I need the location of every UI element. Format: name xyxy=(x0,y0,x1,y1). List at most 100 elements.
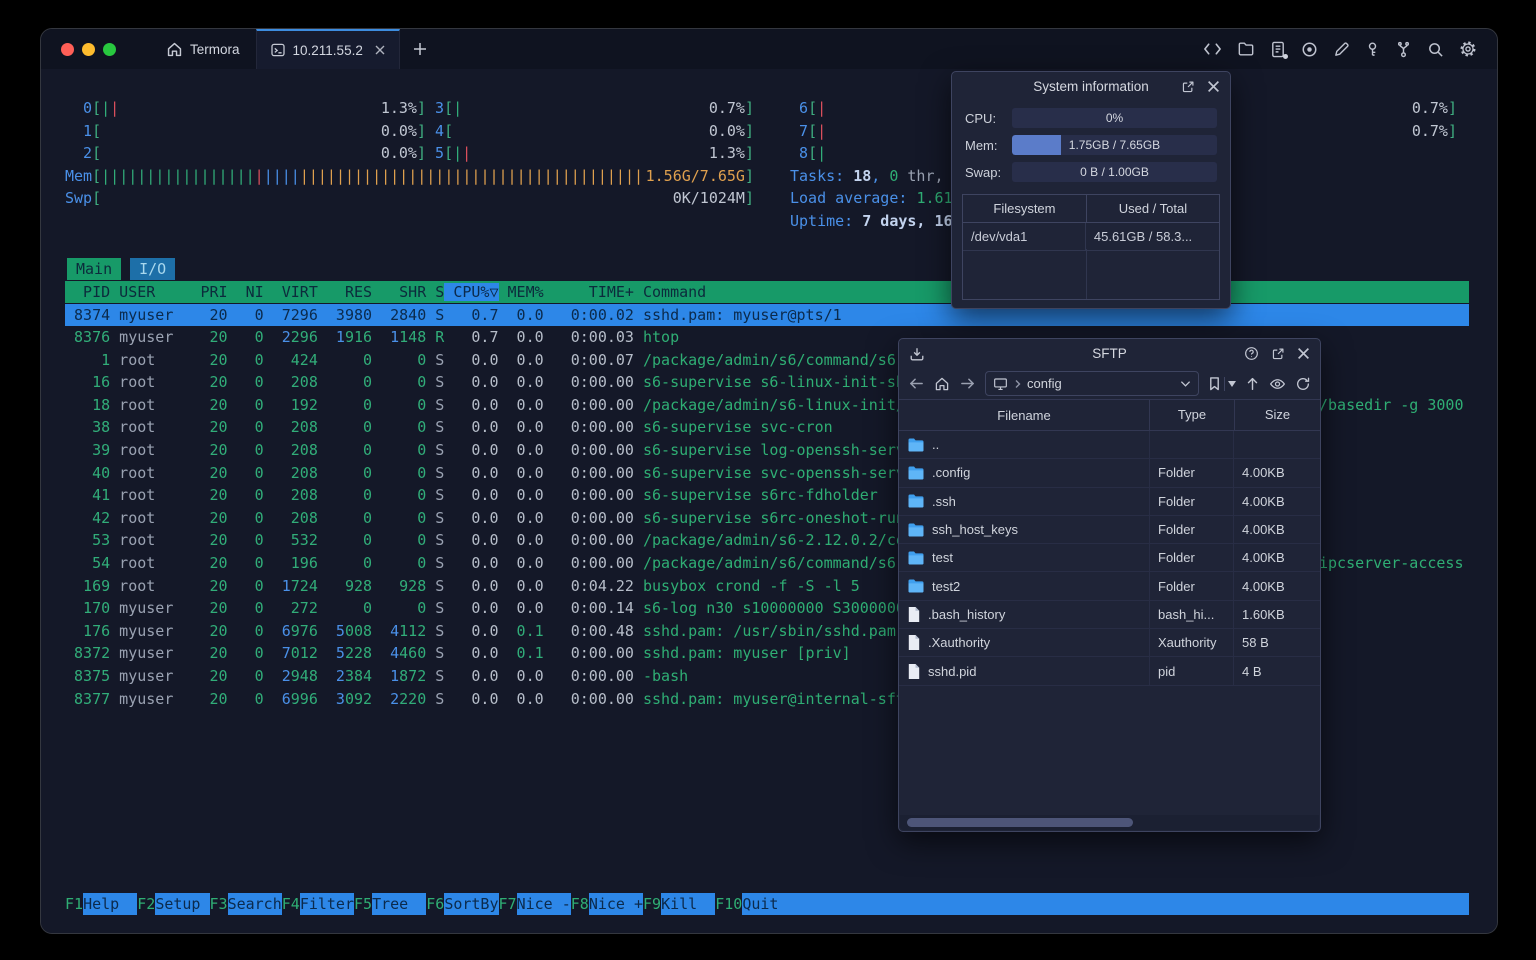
sftp-horizontal-scrollbar[interactable] xyxy=(900,815,1319,830)
sftp-title-bar: SFTP xyxy=(899,339,1320,368)
cpu-meter-0: 0[|| 1.3%] xyxy=(65,99,426,117)
sysinfo-close-icon[interactable] xyxy=(1207,80,1220,93)
sftp-file-size: 1.60KB xyxy=(1233,600,1320,629)
sftp-help-icon[interactable] xyxy=(1244,346,1259,361)
htop-info-line: Uptime: 7 days, 16:2 xyxy=(790,211,971,230)
sysinfo-fs-row[interactable]: /dev/vda1 45.61GB / 58.3... xyxy=(963,223,1219,251)
bookmark-divider xyxy=(1224,376,1225,391)
fkey-action-sortby[interactable]: SortBy xyxy=(444,893,499,915)
termora-window: Termora 10.211.55.2 0 [|| 1.3%] 3 [| … xyxy=(40,28,1498,934)
sysinfo-mem-label: Mem: xyxy=(965,137,998,153)
settings-gear-icon[interactable] xyxy=(1459,40,1477,58)
sftp-toolbar: config xyxy=(899,368,1320,399)
keychain-icon[interactable] xyxy=(1395,41,1412,58)
sftp-file-list: .. .config Folder 4.00KB .ssh Folder 4.00KB ssh… xyxy=(899,431,1320,686)
parent-directory-icon[interactable] xyxy=(1245,376,1260,392)
sysinfo-fs-name: /dev/vda1 xyxy=(963,223,1086,250)
cpu-meter-4: 4[0.0%] xyxy=(426,121,754,140)
sftp-file-type: Folder xyxy=(1149,544,1233,572)
close-window-button[interactable] xyxy=(61,42,74,56)
folder-icon xyxy=(908,438,924,452)
fkey-action-tree[interactable]: Tree xyxy=(372,893,427,915)
htop-tab-io[interactable]: I/O xyxy=(130,258,176,280)
fkey-action-quit[interactable]: Quit xyxy=(742,893,797,915)
tab-session-active[interactable]: 10.211.55.2 xyxy=(255,29,400,69)
sftp-col-size[interactable]: Size xyxy=(1234,400,1320,430)
sftp-col-type[interactable]: Type xyxy=(1149,400,1234,430)
fkey-bar-filler xyxy=(796,893,1469,915)
sftp-file-size: 58 B xyxy=(1233,629,1320,657)
forward-icon[interactable] xyxy=(959,376,976,391)
record-icon[interactable] xyxy=(1301,41,1318,58)
fkey-action-nice-[interactable]: Nice - xyxy=(516,893,571,915)
sftp-file-name-cell: ssh_host_keys xyxy=(899,522,1149,537)
htop-process-row[interactable]: 8374 myuser 20 0 7296 3980 2840 S 0.7 0.… xyxy=(65,303,1469,327)
sftp-file-row[interactable]: .bash_history bash_hi... 1.60KB xyxy=(899,600,1320,630)
bookmark-icon[interactable] xyxy=(1208,376,1221,391)
log-badge-dot xyxy=(1283,53,1288,59)
search-icon[interactable] xyxy=(1427,41,1444,58)
sysinfo-cpu-value: 0% xyxy=(1105,111,1124,125)
screen: Termora 10.211.55.2 0 [|| 1.3%] 3 [| … xyxy=(0,0,1536,960)
sftp-col-filename[interactable]: Filename xyxy=(899,408,1149,423)
show-hidden-eye-icon[interactable] xyxy=(1269,377,1286,391)
traffic-lights xyxy=(41,29,134,69)
sftp-file-size: 4.00KB xyxy=(1233,515,1320,544)
fkey-action-setup[interactable]: Setup xyxy=(155,893,210,915)
folder-icon xyxy=(908,579,924,593)
refresh-icon[interactable] xyxy=(1295,376,1311,392)
folder-icon xyxy=(908,523,924,537)
minimize-window-button[interactable] xyxy=(82,42,95,56)
zoom-window-button[interactable] xyxy=(103,42,116,56)
system-information-panel: System information CPU: 0% Mem: 1.75GB /… xyxy=(951,71,1231,309)
log-icon[interactable] xyxy=(1270,41,1288,59)
sftp-file-row[interactable]: test2 Folder 4.00KB xyxy=(899,572,1320,601)
sysinfo-mem-bar: 1.75GB / 7.65GB xyxy=(1012,135,1217,155)
edit-icon[interactable] xyxy=(1333,41,1350,58)
fkey-action-help[interactable]: Help xyxy=(83,893,138,915)
htop-table-header[interactable]: PID USER PRI NI VIRT RES SHR S CPU%▽ MEM… xyxy=(65,281,1469,303)
new-tab-button[interactable] xyxy=(400,29,440,69)
tab-termora-home[interactable]: Termora xyxy=(150,29,256,69)
sftp-file-size: 4.00KB xyxy=(1233,544,1320,572)
sftp-open-in-window-icon[interactable] xyxy=(1271,347,1285,361)
sftp-file-name: .config xyxy=(932,465,971,481)
sftp-path-breadcrumb[interactable]: config xyxy=(985,371,1199,396)
htop-tab-main[interactable]: Main xyxy=(67,258,122,280)
sysinfo-swap-label: Swap: xyxy=(965,164,1002,180)
sftp-close-icon[interactable] xyxy=(1297,347,1310,360)
sftp-file-name-cell: .. xyxy=(899,437,1149,452)
sftp-file-size xyxy=(1233,431,1320,459)
sftp-file-name: ssh_host_keys xyxy=(932,522,1018,538)
sftp-file-row[interactable]: .Xauthority Xauthority 58 B xyxy=(899,629,1320,658)
sftp-file-row[interactable]: .ssh Folder 4.00KB xyxy=(899,487,1320,516)
path-dropdown-chevron-icon[interactable] xyxy=(1180,380,1191,388)
fkey-action-kill[interactable]: Kill xyxy=(661,893,716,915)
bookmark-caret-icon[interactable] xyxy=(1228,380,1236,387)
fkey-action-filter[interactable]: Filter xyxy=(299,893,354,915)
sftp-file-row[interactable]: .config Folder 4.00KB xyxy=(899,459,1320,488)
sysinfo-open-in-window-icon[interactable] xyxy=(1181,80,1195,94)
sftp-file-size: 4.00KB xyxy=(1233,459,1320,487)
tab-close-icon[interactable] xyxy=(374,44,386,56)
key-icon[interactable] xyxy=(1365,41,1380,58)
fkey-f1: F1 xyxy=(65,895,84,913)
sysinfo-swap-bar: 0 B / 1.00GB xyxy=(1012,162,1217,182)
sftp-file-row[interactable]: ssh_host_keys Folder 4.00KB xyxy=(899,515,1320,545)
fkey-f3: F3 xyxy=(209,895,228,913)
sysinfo-fs-col-used-total: Used / Total xyxy=(1118,201,1188,216)
sftp-home-icon[interactable] xyxy=(934,376,950,392)
code-icon[interactable] xyxy=(1203,41,1222,57)
sftp-file-row[interactable]: test Folder 4.00KB xyxy=(899,544,1320,573)
back-icon[interactable] xyxy=(908,376,925,391)
htop-command-continuation: /basedir -g 3000 xyxy=(1319,395,1464,414)
sftp-scrollbar-thumb[interactable] xyxy=(907,818,1133,827)
sftp-file-type: Folder xyxy=(1149,572,1233,600)
sftp-file-row[interactable]: .. xyxy=(899,431,1320,460)
folder-icon[interactable] xyxy=(1237,41,1255,57)
fkey-action-search[interactable]: Search xyxy=(227,893,282,915)
sftp-file-row[interactable]: sshd.pid pid 4 B xyxy=(899,657,1320,686)
file-icon xyxy=(908,635,920,651)
fkey-f2: F2 xyxy=(137,895,156,913)
fkey-action-nice-[interactable]: Nice + xyxy=(588,893,643,915)
